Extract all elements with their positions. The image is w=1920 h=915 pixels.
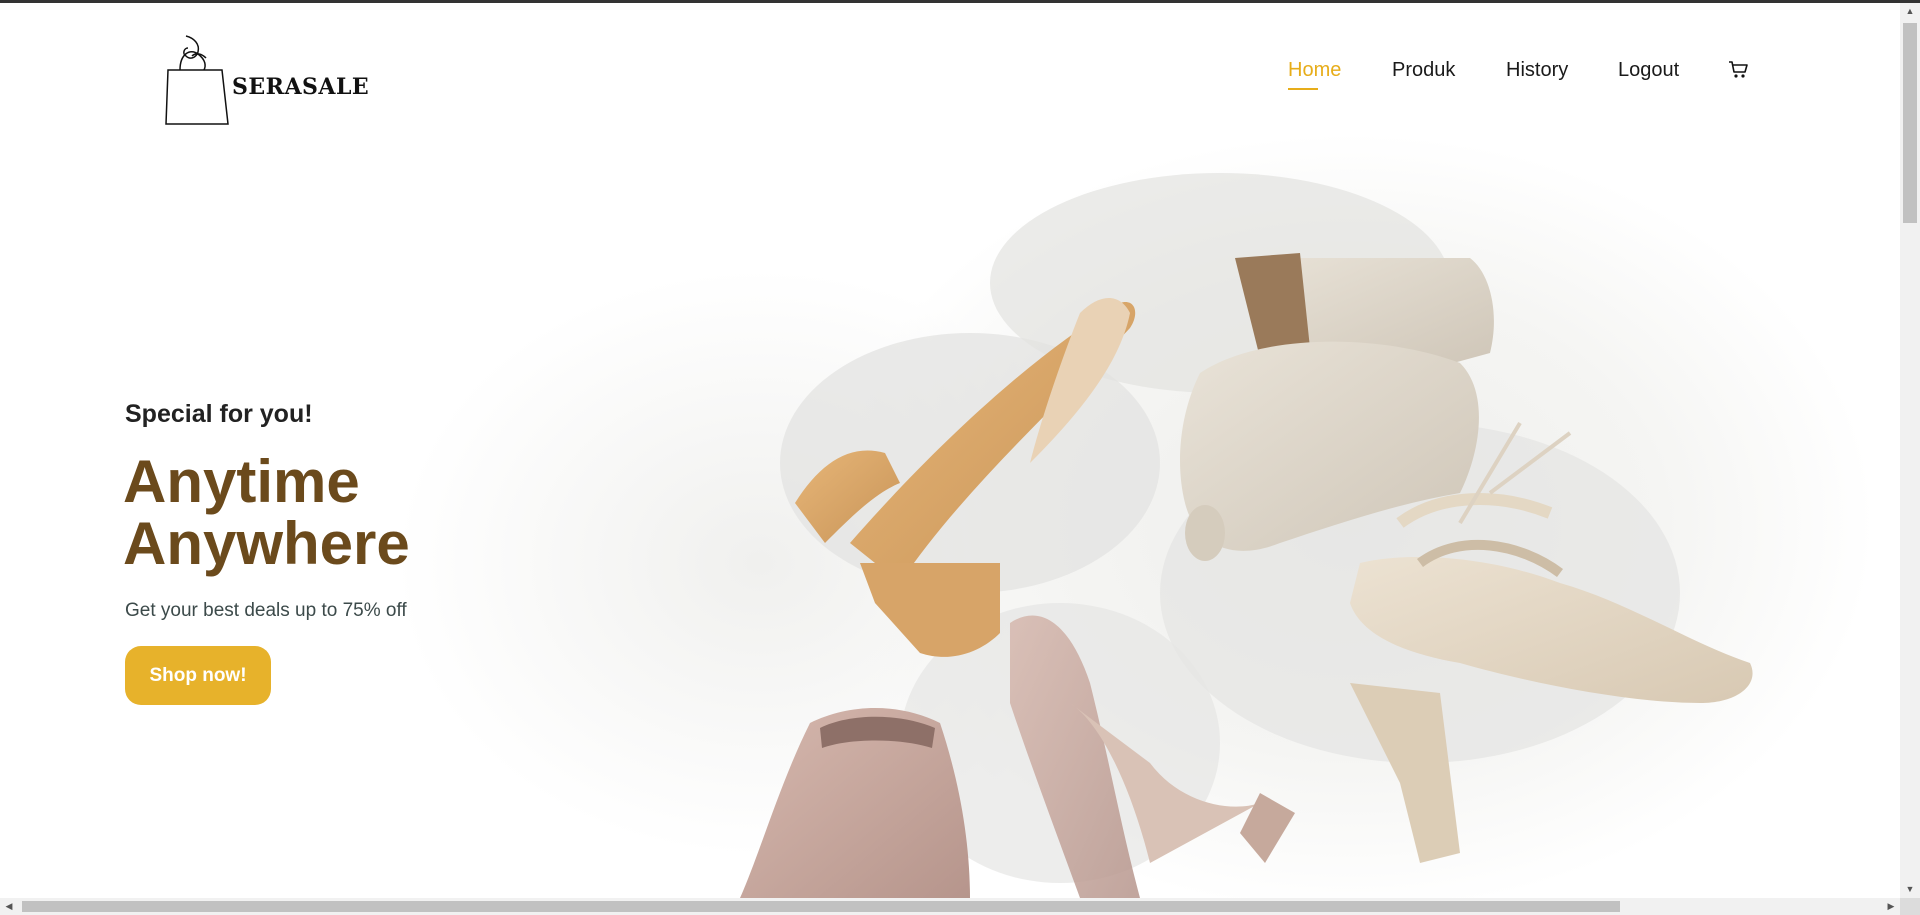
brand-name: SERASALE [232, 74, 370, 100]
hero-title: Anytime Anywhere [123, 451, 643, 575]
vertical-scroll-thumb[interactable] [1903, 23, 1917, 223]
horizontal-scroll-thumb[interactable] [22, 901, 1620, 912]
hero-title-line-1: Anytime [123, 448, 360, 515]
scroll-up-icon[interactable]: ▲ [1900, 3, 1920, 20]
nav-history[interactable]: History [1506, 59, 1568, 82]
shop-now-button[interactable]: Shop now! [125, 646, 271, 705]
page-viewport: SERASALE Home Produk History Logout Spec… [0, 3, 1900, 898]
scroll-left-icon[interactable]: ◀ [0, 898, 18, 915]
hero-title-line-2: Anywhere [123, 510, 410, 577]
nav-produk[interactable]: Produk [1392, 59, 1455, 82]
horizontal-scrollbar[interactable]: ◀ ▶ [0, 898, 1900, 915]
vertical-scrollbar[interactable]: ▲ ▼ [1900, 3, 1920, 898]
shoes-photo [740, 173, 1753, 898]
nav-active-indicator [1288, 88, 1318, 90]
shopping-bag-icon [165, 35, 229, 125]
hero-subtitle: Special for you! [125, 400, 313, 428]
hero-description: Get your best deals up to 75% off [125, 600, 407, 621]
brand-logo[interactable]: SERASALE [160, 28, 380, 128]
scroll-down-icon[interactable]: ▼ [1900, 881, 1920, 898]
scrollbar-corner [1900, 898, 1920, 915]
scroll-right-icon[interactable]: ▶ [1882, 898, 1900, 915]
nav-home[interactable]: Home [1288, 59, 1341, 82]
nav-logout[interactable]: Logout [1618, 59, 1679, 82]
cart-icon[interactable] [1728, 60, 1750, 80]
